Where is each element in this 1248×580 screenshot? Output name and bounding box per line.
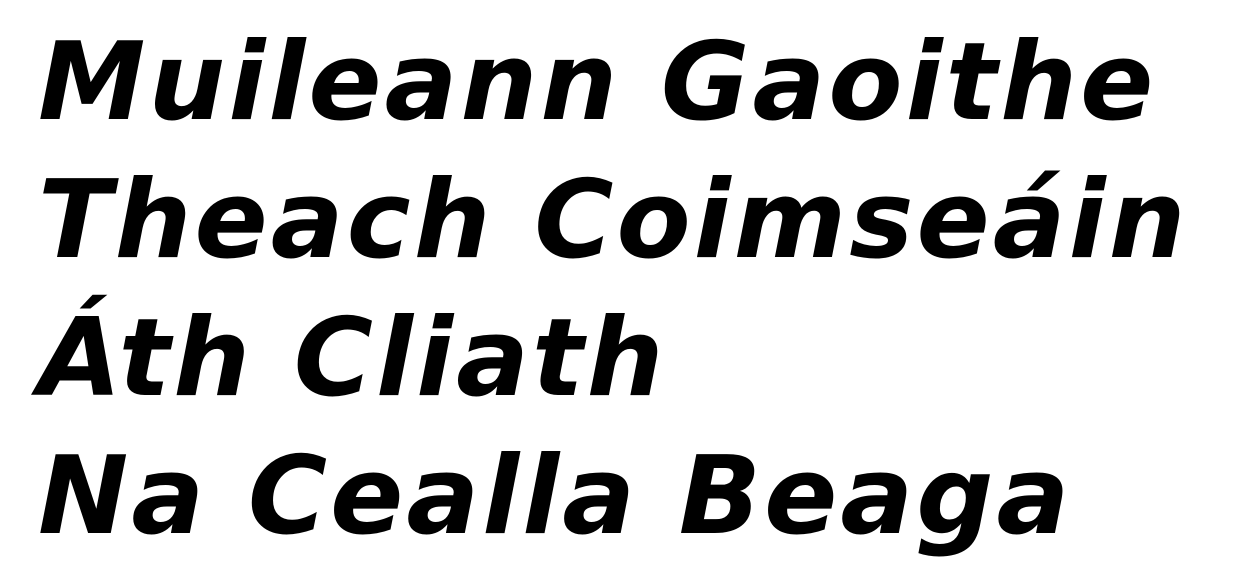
specimen-line-2: Theach Coimseáin xyxy=(38,158,1189,283)
specimen-line-3: Áth Cliath xyxy=(38,296,667,421)
font-specimen: Muileann Gaoithe Theach Coimseáin Áth Cl… xyxy=(38,14,1228,566)
specimen-line-4: Na Cealla Beaga xyxy=(38,434,1073,559)
specimen-line-1: Muileann Gaoithe xyxy=(38,20,1157,145)
